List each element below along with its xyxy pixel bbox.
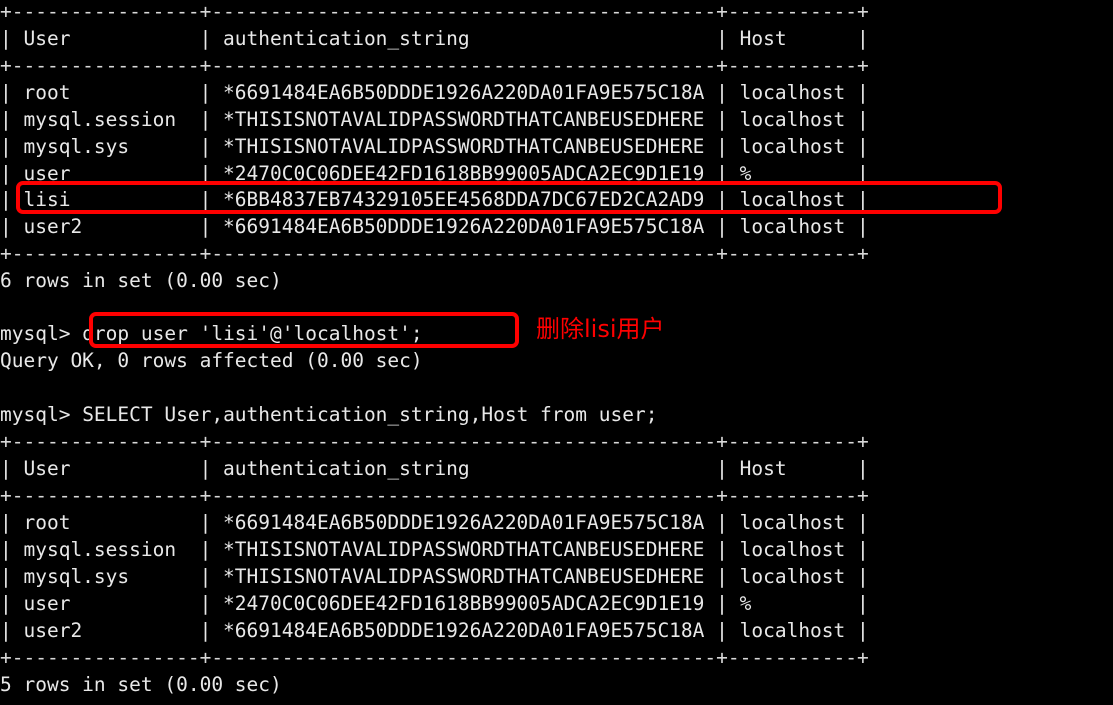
table-row: | user2 | *6691484EA6B50DDDE1926A220DA01… bbox=[0, 215, 869, 238]
terminal-window[interactable]: +----------------+----------------------… bbox=[0, 0, 1113, 705]
row-count-status: 5 rows in set (0.00 sec) bbox=[0, 673, 282, 696]
table-header-row: | User | authentication_string | Host | bbox=[0, 27, 869, 50]
annotation-drop-user: 删除lisi用户 bbox=[536, 315, 665, 343]
table-rule-top: +----------------+----------------------… bbox=[0, 0, 869, 23]
table-row: | mysql.session | *THISISNOTAVALIDPASSWO… bbox=[0, 538, 869, 561]
table-rule-mid: +----------------+----------------------… bbox=[0, 54, 869, 77]
table-header-row: | User | authentication_string | Host | bbox=[0, 457, 869, 480]
table-row: | user | *2470C0C06DEE42FD1618BB99005ADC… bbox=[0, 592, 869, 615]
table-rule-top: +----------------+----------------------… bbox=[0, 430, 869, 453]
table-row: | mysql.session | *THISISNOTAVALIDPASSWO… bbox=[0, 108, 869, 131]
table-row: | mysql.sys | *THISISNOTAVALIDPASSWORDTH… bbox=[0, 135, 869, 158]
table-rule-bottom: +----------------+----------------------… bbox=[0, 646, 869, 669]
table-row: | root | *6691484EA6B50DDDE1926A220DA01F… bbox=[0, 511, 869, 534]
table-row: | user2 | *6691484EA6B50DDDE1926A220DA01… bbox=[0, 619, 869, 642]
table-rule-bottom: +----------------+----------------------… bbox=[0, 242, 869, 265]
table-row-lisi: | lisi | *6BB4837EB74329105EE4568DDA7DC6… bbox=[0, 188, 869, 211]
select-command-line: mysql> SELECT User,authentication_string… bbox=[0, 401, 657, 428]
table-rule-mid: +----------------+----------------------… bbox=[0, 484, 869, 507]
query-ok-status: Query OK, 0 rows affected (0.00 sec) bbox=[0, 349, 423, 372]
prompt-label: mysql> bbox=[0, 403, 83, 426]
table-row: | root | *6691484EA6B50DDDE1926A220DA01F… bbox=[0, 81, 869, 104]
drop-command-line: mysql> drop user 'lisi'@'localhost'; bbox=[0, 320, 423, 347]
drop-user-command[interactable]: drop user 'lisi'@'localhost'; bbox=[82, 322, 422, 345]
table-row: | mysql.sys | *THISISNOTAVALIDPASSWORDTH… bbox=[0, 565, 869, 588]
row-count-status: 6 rows in set (0.00 sec) bbox=[0, 269, 282, 292]
select-users-command[interactable]: SELECT User,authentication_string,Host f… bbox=[82, 403, 657, 426]
table-row: | user | *2470C0C06DEE42FD1618BB99005ADC… bbox=[0, 162, 869, 185]
prompt-label: mysql> bbox=[0, 322, 83, 345]
